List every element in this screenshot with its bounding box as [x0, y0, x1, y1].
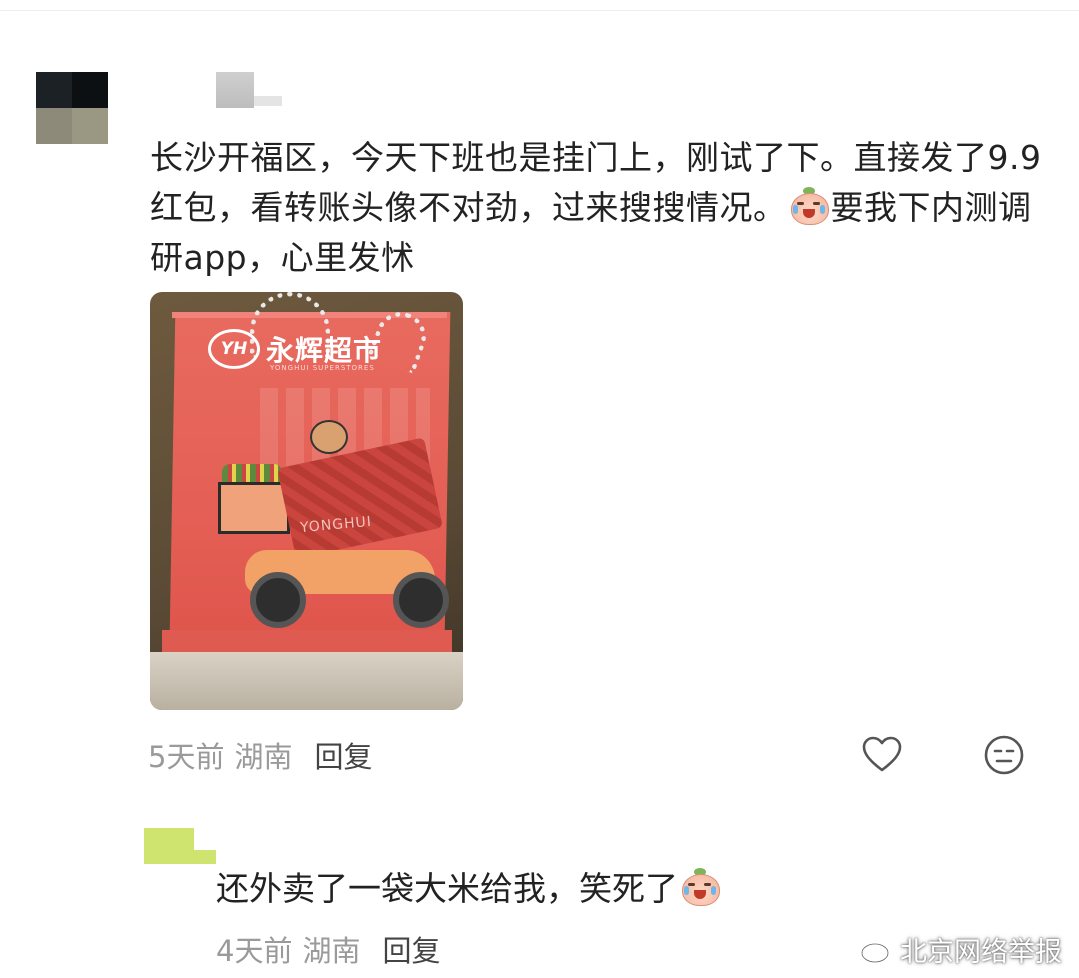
bag-brand-text: 永辉超市 [266, 334, 383, 367]
crying-laughing-emoji-icon [680, 868, 720, 906]
scooter-wheel [250, 572, 306, 628]
comment-location: 湖南 [234, 740, 293, 774]
comment-time: 5天前 [148, 740, 225, 774]
comment-meta: 5天前 湖南 回复 [148, 734, 372, 776]
scooter-delivery-box [218, 482, 290, 534]
comment-body: 长沙开福区，今天下班也是挂门上，刚试了下。直接发了9.9红包，看转账头像不对劲，… [150, 133, 1050, 283]
replier-avatar-redacted[interactable] [144, 828, 216, 864]
commenter-name-redacted-tail [254, 96, 282, 106]
watermark: 北京网络举报 [860, 930, 1062, 969]
comment-photo[interactable]: YH 永辉超市 YONGHUI SUPERSTORES YONGHUI [150, 292, 463, 710]
rider-helmet [310, 420, 348, 454]
scooter-wheel [393, 572, 449, 628]
heart-outline-icon[interactable] [860, 733, 904, 777]
reply-body: 还外卖了一袋大米给我，笑死了 [216, 864, 722, 914]
top-divider [0, 10, 1079, 11]
bag-logo: YH 永辉超市 [208, 329, 382, 369]
neutral-face-icon[interactable] [982, 733, 1026, 777]
comment-reply-button[interactable]: 回复 [314, 734, 372, 776]
reply-text: 还外卖了一袋大米给我，笑死了 [216, 869, 678, 908]
comment-thread-page: 长沙开福区，今天下班也是挂门上，刚试了下。直接发了9.9红包，看转账头像不对劲，… [0, 0, 1079, 978]
weibo-icon [860, 938, 895, 963]
commenter-name-redacted[interactable] [216, 72, 254, 108]
reply-reply-button[interactable]: 回复 [382, 928, 440, 970]
reply-time: 4天前 [216, 934, 293, 968]
reply-location: 湖南 [302, 934, 361, 968]
commenter-avatar[interactable] [36, 72, 108, 144]
yh-logo-badge: YH [208, 329, 260, 369]
scooter-groceries [222, 464, 282, 484]
reply-meta: 4天前 湖南 回复 [216, 928, 440, 970]
crying-laughing-emoji-icon [789, 187, 829, 225]
watermark-text: 北京网络举报 [900, 937, 1062, 968]
table-surface [150, 652, 463, 710]
bag-brand-subtext: YONGHUI SUPERSTORES [270, 364, 375, 372]
